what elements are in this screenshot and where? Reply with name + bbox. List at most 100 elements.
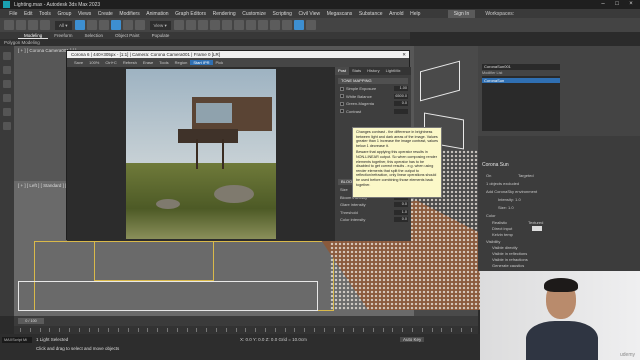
menu-substance[interactable]: Substance <box>356 11 386 17</box>
percent-snap-icon[interactable] <box>209 20 220 30</box>
prop-caustics[interactable]: Generate caustics <box>492 263 524 268</box>
vfb-zoom-select[interactable]: 100% <box>86 60 102 65</box>
rollout-title[interactable]: Corona Sun <box>482 162 509 168</box>
redo-icon[interactable] <box>16 20 26 30</box>
row-glare-intensity[interactable]: Glare intensity 0.0 <box>340 202 408 208</box>
row-green-magenta[interactable]: Green-Magenta 0.0 <box>340 101 408 107</box>
layer-explorer-icon[interactable] <box>245 20 256 30</box>
move-icon[interactable] <box>110 20 121 30</box>
material-editor-icon[interactable] <box>269 20 280 30</box>
tab-history[interactable]: History <box>364 67 382 75</box>
close-icon[interactable]: ✕ <box>402 51 406 58</box>
time-slider[interactable]: 0 / 100 <box>14 316 478 326</box>
select-object-icon[interactable] <box>74 20 85 30</box>
align-icon[interactable] <box>233 20 244 30</box>
link-icon[interactable] <box>28 20 38 30</box>
menu-views[interactable]: Views <box>75 11 95 17</box>
menu-animation[interactable]: Animation <box>143 11 172 17</box>
minimize-icon[interactable]: – <box>596 0 610 9</box>
light-icon[interactable] <box>3 94 11 102</box>
tab-stats[interactable]: Stats <box>349 67 364 75</box>
menu-tools[interactable]: Tools <box>36 11 54 17</box>
section-tone-mapping[interactable]: TONE MAPPING <box>338 78 408 84</box>
menu-help[interactable]: Help <box>407 11 424 17</box>
viewport-label-left[interactable]: [ + ] [ Left ] [ Standard ] [ ] <box>18 183 69 188</box>
track-bar[interactable] <box>14 326 478 334</box>
render-icon[interactable] <box>293 20 304 30</box>
rotate-icon[interactable] <box>122 20 133 30</box>
sign-in-button[interactable]: Sign In <box>447 9 476 18</box>
menu-rendering[interactable]: Rendering <box>209 11 239 17</box>
workspaces-label[interactable]: Workspaces: <box>485 11 514 17</box>
reference-coordinate-select[interactable]: View ▾ <box>149 20 171 30</box>
coordinate-display[interactable]: X: 0.0 Y: 0.0 Z: 0.0 Grid = 10.0cm <box>240 337 307 342</box>
vfb-erase-button[interactable]: Erase <box>140 60 156 65</box>
value-field[interactable]: 1.00 <box>394 86 408 91</box>
menu-file[interactable]: File <box>6 11 21 17</box>
menu-customize[interactable]: Customize <box>239 11 269 17</box>
prop-on[interactable]: On <box>486 173 491 178</box>
menu-group[interactable]: Group <box>54 11 75 17</box>
unlink-icon[interactable] <box>40 20 50 30</box>
helper-icon[interactable] <box>3 122 11 130</box>
tab-modeling[interactable]: Modeling <box>18 33 49 39</box>
menu-modifiers[interactable]: Modifiers <box>116 11 143 17</box>
scale-icon[interactable] <box>134 20 145 30</box>
vfb-pick-button[interactable]: Pick <box>213 60 227 65</box>
menu-civil-view[interactable]: Civil View <box>295 11 323 17</box>
prop-direct-input[interactable]: Direct input <box>492 226 512 231</box>
tab-populate[interactable]: Populate <box>146 33 176 38</box>
tab-lightmix[interactable]: LightMix <box>383 67 404 75</box>
prop-excluded[interactable]: 1 objects excluded <box>486 181 519 186</box>
snap-icon[interactable] <box>185 20 196 30</box>
render-setup-icon[interactable] <box>281 20 292 30</box>
menu-edit[interactable]: Edit <box>21 11 36 17</box>
mirror-icon[interactable] <box>221 20 232 30</box>
prop-visible-reflections[interactable]: Visible in reflections <box>492 251 527 256</box>
tab-selection[interactable]: Selection <box>79 33 110 38</box>
pivot-icon[interactable] <box>173 20 184 30</box>
vfb-region-button[interactable]: Region <box>172 60 191 65</box>
menu-arnold[interactable]: Arnold <box>386 11 407 17</box>
time-slider-thumb[interactable]: 0 / 100 <box>18 318 44 324</box>
camera-icon[interactable] <box>3 108 11 116</box>
object-name-field[interactable]: CoronaSun001 <box>482 64 560 70</box>
modifier-list-select[interactable]: Modifier List <box>482 71 560 75</box>
row-white-balance[interactable]: White Balance 6500.0 <box>340 93 408 99</box>
scene-explorer-icon[interactable] <box>3 52 11 60</box>
modifier-stack[interactable]: CoronaSun <box>482 76 560 131</box>
maximize-icon[interactable]: □ <box>610 0 624 9</box>
prop-targeted[interactable]: Targeted <box>518 173 534 178</box>
maxscript-listener[interactable]: MAXScript Mi <box>2 337 32 343</box>
auto-key-button[interactable]: Auto Key <box>400 337 425 342</box>
prop-kelvin[interactable]: Kelvin temp <box>492 232 513 237</box>
angle-snap-icon[interactable] <box>197 20 208 30</box>
vfb-copy-button[interactable]: Ctrl+C <box>102 60 119 65</box>
render-frame-window-icon[interactable] <box>305 20 316 30</box>
value-field[interactable]: 0.0 <box>394 202 408 207</box>
vfb-save-button[interactable]: Save <box>71 60 86 65</box>
undo-icon[interactable] <box>4 20 14 30</box>
menu-graph-editors[interactable]: Graph Editors <box>172 11 209 17</box>
value-field[interactable]: 1.0 <box>394 209 408 215</box>
modifier-stack-item[interactable]: CoronaSun <box>482 78 560 83</box>
select-by-name-icon[interactable] <box>86 20 97 30</box>
row-color-intensity[interactable]: Color intensity 0.0 <box>340 217 408 223</box>
prop-textured[interactable]: Textured <box>528 220 543 225</box>
prop-visible-refractions[interactable]: Visible in refractions <box>492 257 528 262</box>
row-simple-exposure[interactable]: Simple Exposure 1.00 <box>340 86 408 92</box>
geometry-icon[interactable] <box>3 80 11 88</box>
close-icon[interactable]: × <box>624 0 638 9</box>
vfb-refresh-button[interactable]: Refresh <box>120 60 140 65</box>
value-field[interactable]: 6500.0 <box>394 93 408 99</box>
checkbox[interactable] <box>340 94 344 98</box>
tab-post[interactable]: Post <box>335 67 350 75</box>
prop-realistic[interactable]: Realistic <box>492 220 507 225</box>
checkbox[interactable] <box>340 101 344 106</box>
prop-visible-directly[interactable]: Visible directly <box>492 245 518 250</box>
checkbox[interactable] <box>340 109 344 113</box>
row-threshold[interactable]: Threshold 1.0 <box>340 209 408 215</box>
render-canvas[interactable] <box>67 67 335 241</box>
region-select-icon[interactable] <box>98 20 109 30</box>
prop-size[interactable]: Size: 1.0 <box>498 205 514 210</box>
